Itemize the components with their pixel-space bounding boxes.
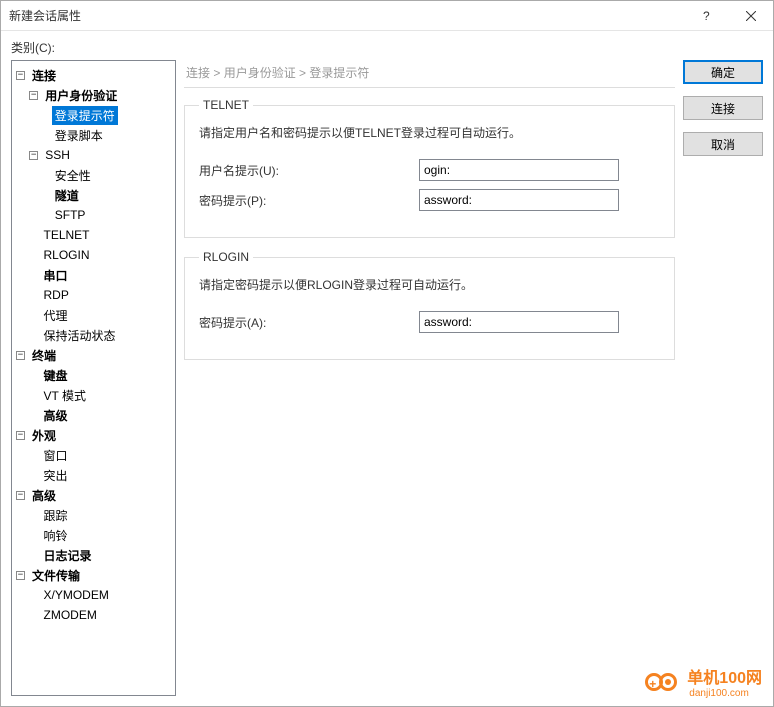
breadcrumb: 连接 > 用户身份验证 > 登录提示符: [184, 60, 675, 88]
tree-item-telnet[interactable]: TELNET: [16, 225, 171, 245]
close-button[interactable]: [728, 1, 773, 31]
button-column: 确定 连接 取消: [683, 60, 763, 696]
watermark-url: danji100.com: [689, 688, 762, 699]
watermark-name: 单机100网: [687, 664, 762, 688]
dialog-body: 类别(C): −连接 −用户身份验证 登录提示符 登录脚本: [1, 31, 773, 706]
tree-item-zmodem[interactable]: ZMODEM: [16, 605, 171, 625]
svg-text:?: ?: [703, 11, 710, 21]
connect-button[interactable]: 连接: [683, 96, 763, 120]
category-tree: −连接 −用户身份验证 登录提示符 登录脚本 −SSH: [11, 60, 176, 696]
tree-item-xymodem[interactable]: X/YMODEM: [16, 585, 171, 605]
content-pane: 连接 > 用户身份验证 > 登录提示符 TELNET 请指定用户名和密码提示以便…: [184, 60, 763, 696]
tree-item-trace[interactable]: 跟踪: [16, 505, 171, 525]
tree-item-connection[interactable]: −连接: [16, 65, 171, 85]
window-title: 新建会话属性: [9, 7, 683, 24]
tree-item-login-script[interactable]: 登录脚本: [16, 125, 171, 145]
titlebar: 新建会话属性 ?: [1, 1, 773, 31]
telnet-user-label: 用户名提示(U):: [199, 162, 419, 179]
rlogin-pass-label: 密码提示(A):: [199, 314, 419, 331]
watermark-logo-icon: +: [645, 671, 685, 693]
tree-item-keepalive[interactable]: 保持活动状态: [16, 325, 171, 345]
rlogin-desc: 请指定密码提示以便RLOGIN登录过程可自动运行。: [199, 276, 660, 293]
category-label: 类别(C):: [11, 39, 763, 56]
dialog-window: 新建会话属性 ? 类别(C): −连接 −用户身份验证 登录提示符: [0, 0, 774, 707]
tree-item-terminal[interactable]: −终端: [16, 345, 171, 365]
tree-item-user-auth[interactable]: −用户身份验证: [16, 85, 171, 105]
rlogin-group: RLOGIN 请指定密码提示以便RLOGIN登录过程可自动运行。 密码提示(A)…: [184, 250, 675, 360]
cancel-button[interactable]: 取消: [683, 132, 763, 156]
tree-item-highlight[interactable]: 突出: [16, 465, 171, 485]
tree-item-adv-term[interactable]: 高级: [16, 405, 171, 425]
telnet-group: TELNET 请指定用户名和密码提示以便TELNET登录过程可自动运行。 用户名…: [184, 98, 675, 238]
telnet-legend: TELNET: [199, 98, 253, 112]
tree-item-filetransfer[interactable]: −文件传输: [16, 565, 171, 585]
tree-item-sftp[interactable]: SFTP: [16, 205, 171, 225]
tree-item-rlogin[interactable]: RLOGIN: [16, 245, 171, 265]
tree-item-logging[interactable]: 日志记录: [16, 545, 171, 565]
collapse-icon[interactable]: −: [16, 71, 25, 80]
collapse-icon[interactable]: −: [29, 91, 38, 100]
rlogin-pass-input[interactable]: [419, 311, 619, 333]
tree-item-appearance[interactable]: −外观: [16, 425, 171, 445]
telnet-user-input[interactable]: [419, 159, 619, 181]
tree-item-keyboard[interactable]: 键盘: [16, 365, 171, 385]
collapse-icon[interactable]: −: [16, 491, 25, 500]
collapse-icon[interactable]: −: [16, 571, 25, 580]
tree-item-vtmode[interactable]: VT 模式: [16, 385, 171, 405]
tree-item-login-prompt[interactable]: 登录提示符: [16, 105, 171, 125]
tree-item-security[interactable]: 安全性: [16, 165, 171, 185]
telnet-pass-label: 密码提示(P):: [199, 192, 419, 209]
tree-item-advanced[interactable]: −高级: [16, 485, 171, 505]
tree-item-rdp[interactable]: RDP: [16, 285, 171, 305]
tree-item-window[interactable]: 窗口: [16, 445, 171, 465]
telnet-desc: 请指定用户名和密码提示以便TELNET登录过程可自动运行。: [199, 124, 660, 141]
watermark: + 单机100网 danji100.com: [645, 664, 762, 699]
collapse-icon[interactable]: −: [16, 431, 25, 440]
tree-item-proxy[interactable]: 代理: [16, 305, 171, 325]
help-button[interactable]: ?: [683, 1, 728, 31]
tree-item-ssh[interactable]: −SSH: [16, 145, 171, 165]
ok-button[interactable]: 确定: [683, 60, 763, 84]
collapse-icon[interactable]: −: [29, 151, 38, 160]
tree-item-serial[interactable]: 串口: [16, 265, 171, 285]
rlogin-legend: RLOGIN: [199, 250, 253, 264]
content-main: 连接 > 用户身份验证 > 登录提示符 TELNET 请指定用户名和密码提示以便…: [184, 60, 675, 696]
telnet-pass-input[interactable]: [419, 189, 619, 211]
tree-item-tunnel[interactable]: 隧道: [16, 185, 171, 205]
tree-item-bell[interactable]: 响铃: [16, 525, 171, 545]
collapse-icon[interactable]: −: [16, 351, 25, 360]
main-area: −连接 −用户身份验证 登录提示符 登录脚本 −SSH: [11, 60, 763, 696]
